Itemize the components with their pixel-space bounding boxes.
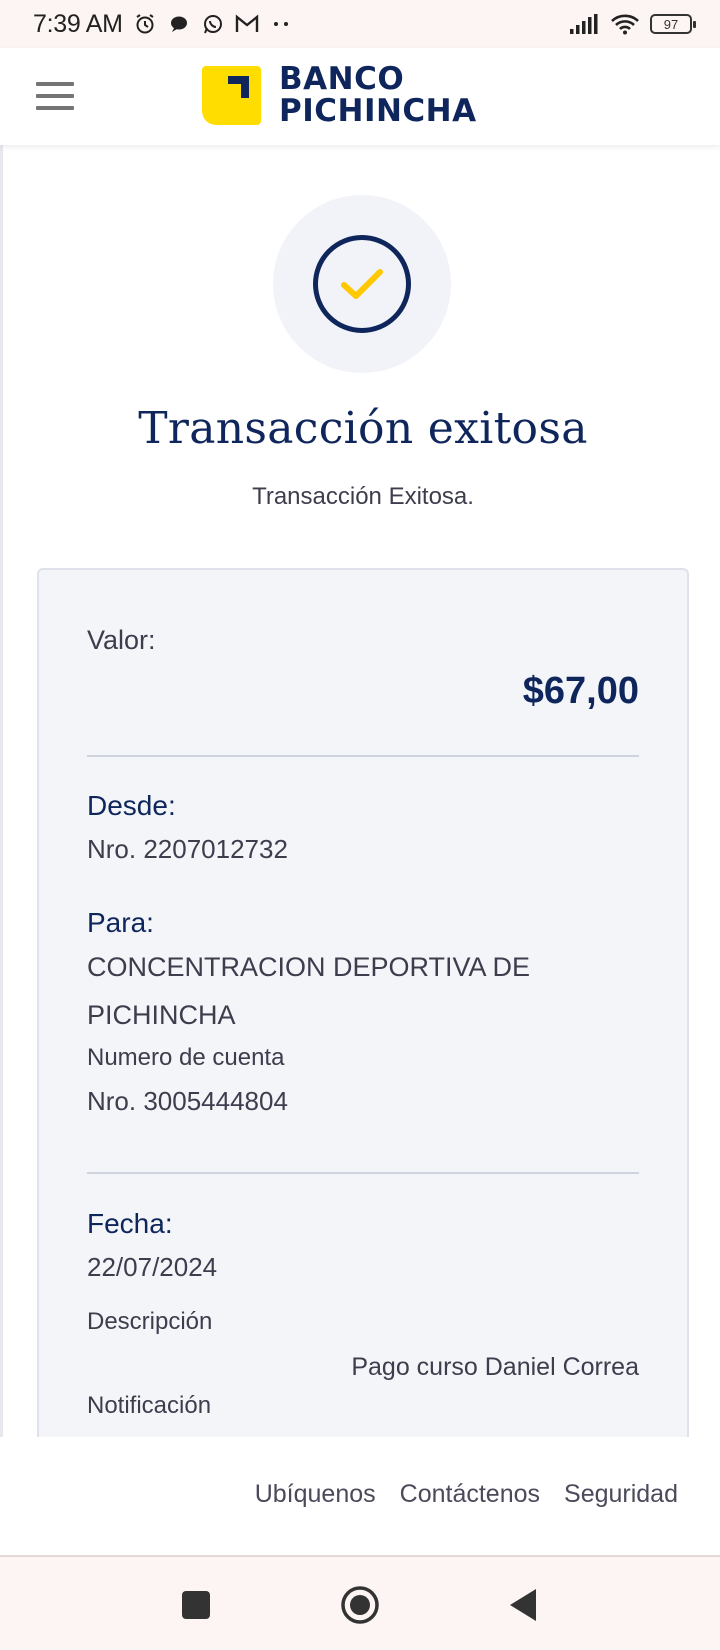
status-left: 7:39 AM [33,10,293,39]
wifi-icon [610,12,640,36]
chat-icon [167,12,191,36]
system-nav-bar [0,1557,720,1650]
footer: Ubíquenos Contáctenos Seguridad [0,1437,720,1557]
descripcion-label: Descripción [87,1308,213,1335]
gmail-icon [235,12,259,36]
back-icon[interactable] [504,1585,544,1625]
logo-line1: BANCO [279,61,405,97]
content-area[interactable]: Transacción exitosa Transacción Exitosa.… [0,145,720,1437]
transaction-details-card: Valor: $67,00 Desde: Nro. 2207012732 Par… [37,568,689,1437]
divider [87,1172,639,1174]
status-right: 97 [568,12,696,36]
footer-link-contactenos[interactable]: Contáctenos [400,1480,540,1509]
fecha-value: 22/07/2024 [87,1252,218,1282]
battery-icon: 97 [650,14,696,34]
page-title: Transacción exitosa [138,403,588,454]
signal-icon [568,12,600,36]
valor-amount: $67,00 [522,670,639,712]
para-label: Para: [87,907,154,938]
bank-logo[interactable]: BANCO PICHINCHA [202,63,477,127]
footer-link-ubiquenos[interactable]: Ubíquenos [255,1480,376,1509]
recents-icon[interactable] [176,1585,216,1625]
whatsapp-icon [201,12,225,36]
account-value: Nro. 3005444804 [87,1086,288,1116]
alarm-icon [133,12,157,36]
home-icon[interactable] [340,1585,380,1625]
status-bar: 7:39 AM 97 [0,0,720,48]
notificacion-label: Notificación [87,1392,212,1419]
desde-value: Nro. 2207012732 [87,834,288,864]
account-label: Numero de cuenta [87,1044,285,1071]
success-icon-background [273,195,451,373]
app-header: BANCO PICHINCHA [0,48,720,145]
logo-mark-icon [202,65,261,125]
page-subtitle: Transacción Exitosa. [252,483,474,510]
more-dots-icon [269,12,293,36]
footer-link-seguridad[interactable]: Seguridad [564,1480,678,1509]
status-time: 7:39 AM [33,9,123,38]
para-name-line2: PICHINCHA [87,1000,236,1030]
desde-label: Desde: [87,790,176,821]
logo-text: BANCO PICHINCHA [279,63,477,127]
logo-line2: PICHINCHA [279,93,477,129]
footer-links: Ubíquenos Contáctenos Seguridad [255,1480,678,1509]
fecha-label: Fecha: [87,1208,173,1239]
check-circle-icon [313,235,411,333]
valor-label: Valor: [87,625,156,655]
divider [87,755,639,757]
descripcion-value: Pago curso Daniel Correa [351,1353,639,1381]
hamburger-icon[interactable] [36,82,74,110]
para-name-line1: CONCENTRACION DEPORTIVA DE [87,952,531,982]
